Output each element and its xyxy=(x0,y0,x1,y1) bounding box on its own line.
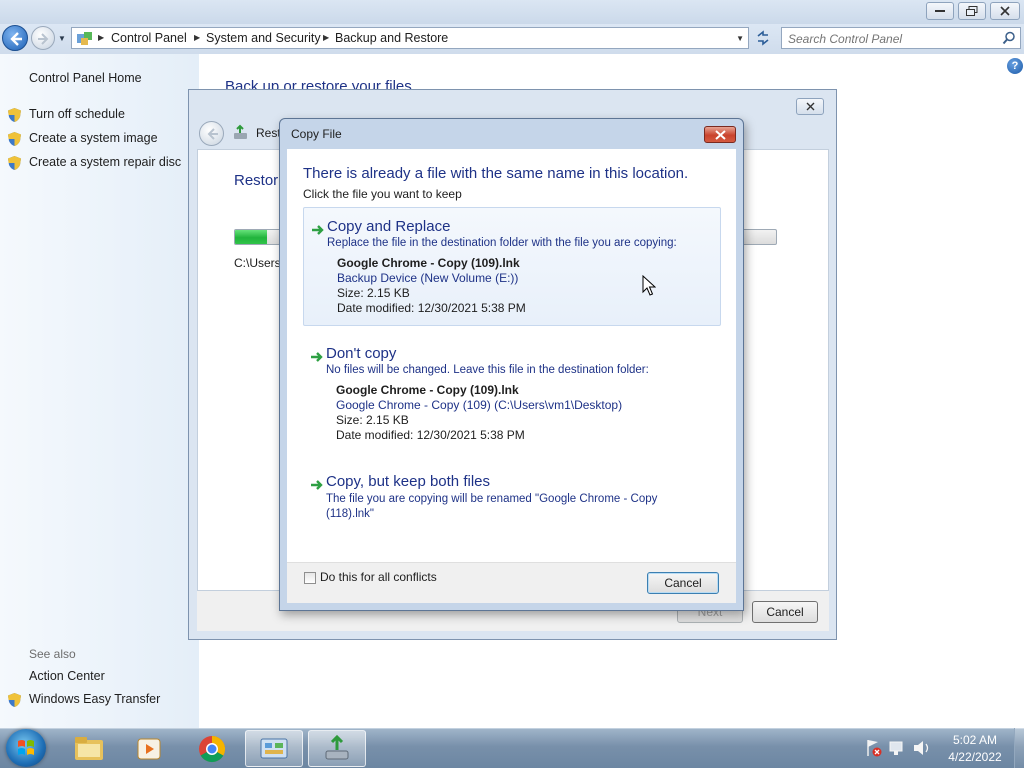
restore-progress-fill xyxy=(235,230,268,244)
file-size: Size: 2.15 KB xyxy=(336,413,409,427)
dialog-subheading: Click the file you want to keep xyxy=(303,187,462,201)
action-center-flag-icon xyxy=(867,740,882,757)
start-button[interactable] xyxy=(6,729,46,767)
forward-button[interactable] xyxy=(31,26,55,50)
wizard-heading: Restor xyxy=(234,172,279,189)
uac-shield-icon xyxy=(8,132,21,146)
close-icon xyxy=(1000,6,1010,16)
turn-off-schedule-link[interactable]: Turn off schedule xyxy=(29,107,125,121)
window-titlebar xyxy=(0,0,1024,24)
chrome-icon xyxy=(199,735,226,762)
backup-restore-icon xyxy=(325,734,349,759)
wizard-title: Rest xyxy=(256,126,281,140)
option-title: Don't copy xyxy=(326,345,397,362)
wizard-back-button[interactable] xyxy=(199,121,224,146)
taskbar-chrome[interactable] xyxy=(183,730,241,767)
breadcrumb-separator: ▶ xyxy=(194,33,201,42)
clock-time[interactable]: 5:02 AM xyxy=(940,733,1010,747)
option-description: No files will be changed. Leave this fil… xyxy=(326,364,649,376)
forward-arrow-icon xyxy=(38,33,49,45)
wizard-cancel-button[interactable]: Cancel xyxy=(752,601,818,623)
back-button[interactable] xyxy=(2,25,28,51)
action-center-link[interactable]: Action Center xyxy=(29,669,105,683)
option-description: The file you are copying will be renamed… xyxy=(326,493,658,520)
create-system-repair-disc-link[interactable]: Create a system repair disc xyxy=(29,155,181,169)
breadcrumb-backup-and-restore[interactable]: Backup and Restore xyxy=(335,31,448,45)
restore-button[interactable] xyxy=(958,2,986,20)
close-button[interactable] xyxy=(990,2,1020,20)
back-arrow-icon xyxy=(10,32,22,46)
explorer-icon xyxy=(75,736,103,760)
breadcrumb-separator: ▶ xyxy=(98,33,105,42)
option-description: Replace the file in the destination fold… xyxy=(327,237,677,249)
file-date-modified: Date modified: 12/30/2021 5:38 PM xyxy=(337,301,526,315)
address-bar[interactable]: ▶ Control Panel ▶ System and Security ▶ … xyxy=(71,27,749,49)
windows-logo-icon xyxy=(18,740,34,755)
breadcrumb-control-panel[interactable]: Control Panel xyxy=(111,31,187,45)
copy-and-replace-option[interactable]: Copy and Replace Replace the file in the… xyxy=(303,207,721,326)
taskbar-media-player[interactable] xyxy=(120,730,178,767)
create-system-image-link[interactable]: Create a system image xyxy=(29,131,158,145)
do-this-for-all-conflicts-checkbox[interactable] xyxy=(304,572,316,584)
control-panel-home-link[interactable]: Control Panel Home xyxy=(29,71,142,85)
search-input[interactable] xyxy=(788,31,988,46)
uac-shield-icon xyxy=(8,156,21,170)
breadcrumb-system-and-security[interactable]: System and Security xyxy=(206,31,321,45)
taskbar-explorer[interactable] xyxy=(60,730,118,767)
dialog-close-button[interactable] xyxy=(704,126,736,143)
green-arrow-icon xyxy=(312,225,324,235)
green-arrow-icon xyxy=(311,480,323,490)
file-location: Google Chrome - Copy (109) (C:\Users\vm1… xyxy=(336,398,623,412)
search-box xyxy=(781,27,1021,49)
uac-shield-icon xyxy=(8,693,21,707)
back-arrow-icon xyxy=(207,128,218,140)
wizard-close-button[interactable] xyxy=(796,98,824,115)
dialog-cancel-button[interactable]: Cancel xyxy=(647,572,719,594)
recent-pages-dropdown[interactable]: ▼ xyxy=(58,34,66,43)
volume-icon xyxy=(914,741,929,755)
restore-icon xyxy=(966,6,978,16)
green-arrow-icon xyxy=(311,352,323,362)
dont-copy-option[interactable]: Don't copy No files will be changed. Lea… xyxy=(303,335,721,455)
see-also-heading: See also xyxy=(29,647,76,661)
option-title: Copy and Replace xyxy=(327,218,451,235)
checkbox-label[interactable]: Do this for all conflicts xyxy=(320,570,437,584)
close-icon xyxy=(715,130,726,140)
clock-date[interactable]: 4/22/2022 xyxy=(940,750,1010,764)
media-player-icon xyxy=(137,738,161,759)
refresh-icon xyxy=(757,30,769,46)
file-date-modified: Date modified: 12/30/2021 5:38 PM xyxy=(336,428,525,442)
mouse-cursor-icon xyxy=(642,275,656,296)
backup-restore-icon xyxy=(234,124,247,139)
copy-keep-both-option[interactable]: Copy, but keep both files The file you a… xyxy=(303,463,721,528)
control-panel-icon xyxy=(77,32,92,45)
file-location: Backup Device (New Volume (E:)) xyxy=(337,271,519,285)
file-name: Google Chrome - Copy (109).lnk xyxy=(336,383,519,397)
refresh-button[interactable] xyxy=(752,28,774,48)
restore-current-path: C:\Users\ xyxy=(234,256,285,270)
taskbar-control-panel[interactable] xyxy=(245,730,303,767)
network-icon xyxy=(889,741,903,755)
help-icon[interactable]: ? xyxy=(1007,58,1023,74)
control-panel-icon xyxy=(260,738,288,758)
search-icon[interactable] xyxy=(1002,31,1016,45)
dialog-heading: There is already a file with the same na… xyxy=(303,165,689,182)
minimize-button[interactable] xyxy=(926,2,954,20)
system-tray-icons[interactable] xyxy=(862,732,936,764)
dialog-title: Copy File xyxy=(291,127,342,141)
windows-easy-transfer-link[interactable]: Windows Easy Transfer xyxy=(29,692,160,706)
taskbar-backup-restore[interactable] xyxy=(308,730,366,767)
minimize-icon xyxy=(935,10,945,12)
uac-shield-icon xyxy=(8,108,21,122)
file-name: Google Chrome - Copy (109).lnk xyxy=(337,256,520,270)
address-dropdown-icon[interactable]: ▼ xyxy=(736,34,744,43)
option-title: Copy, but keep both files xyxy=(326,473,490,490)
breadcrumb-separator: ▶ xyxy=(323,33,330,42)
show-desktop-button[interactable] xyxy=(1014,728,1024,768)
close-icon xyxy=(806,102,815,111)
file-size: Size: 2.15 KB xyxy=(337,286,410,300)
